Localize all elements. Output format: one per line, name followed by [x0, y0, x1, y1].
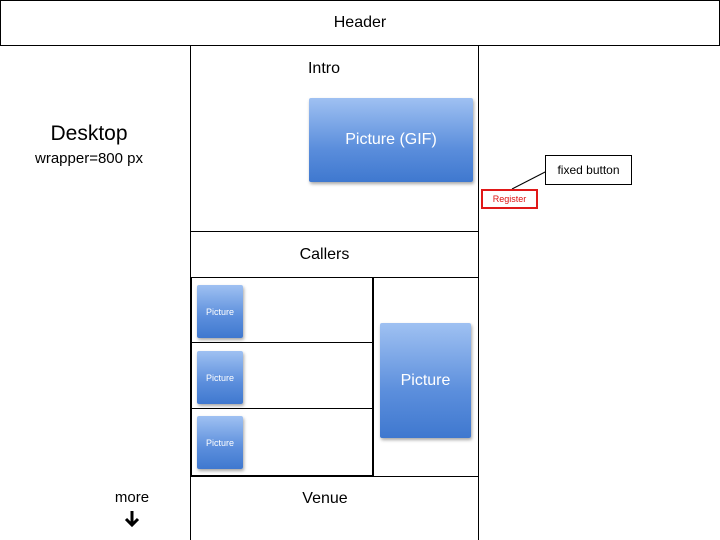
fixed-button-callout: fixed button: [545, 155, 632, 185]
register-button[interactable]: Register: [481, 189, 538, 209]
callout-connector: [511, 169, 550, 190]
fixed-button-callout-label: fixed button: [557, 163, 620, 177]
register-label: Register: [492, 194, 527, 204]
